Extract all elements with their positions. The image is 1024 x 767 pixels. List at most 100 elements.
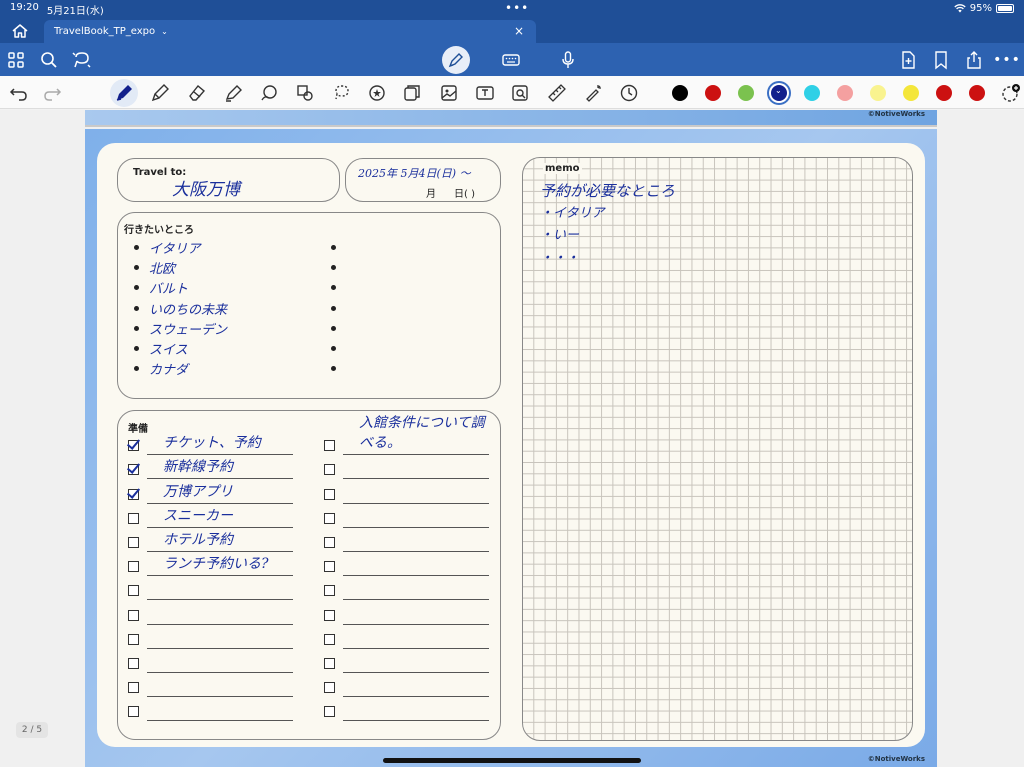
checklist-text[interactable] (343, 504, 489, 528)
checklist-text[interactable] (147, 649, 293, 673)
image-icon[interactable] (437, 81, 461, 105)
add-color-icon[interactable] (998, 81, 1022, 105)
eraser-icon[interactable] (185, 81, 209, 105)
checklist-text[interactable] (147, 625, 293, 649)
pencil-icon[interactable] (148, 81, 172, 105)
checkbox[interactable] (128, 512, 139, 524)
color-swatch[interactable] (969, 85, 985, 101)
bookmark-icon[interactable] (930, 49, 952, 71)
checkbox[interactable] (324, 585, 335, 597)
checklist-text[interactable] (147, 697, 293, 722)
laser-pointer-icon[interactable] (581, 81, 605, 105)
checklist-text[interactable]: 入館条件について調べる。 (343, 415, 489, 456)
camera-icon[interactable] (508, 81, 532, 105)
checkbox[interactable] (128, 440, 139, 452)
checklist-text[interactable] (343, 649, 489, 673)
lasso-share-icon[interactable] (71, 49, 93, 71)
color-swatch[interactable] (837, 85, 853, 101)
checklist-text[interactable]: ランチ予約いる? (147, 552, 293, 577)
more-icon[interactable]: ••• (993, 49, 1020, 71)
multitasking-dots-icon[interactable]: ••• (505, 1, 529, 15)
checklist-text[interactable] (343, 552, 489, 577)
checkbox[interactable] (324, 440, 335, 452)
color-swatch[interactable] (738, 85, 754, 101)
checkbox[interactable] (128, 682, 139, 694)
keyboard-icon[interactable] (500, 49, 522, 71)
prep-box[interactable]: 準備 チケット、予約 新幹線予約 万博アプリ スニーカー ホテル予約 ランチ予約いる? 入… (117, 410, 501, 740)
checklist-text[interactable]: 新幹線予約 (147, 455, 293, 480)
checkbox[interactable] (324, 464, 335, 476)
checklist-text[interactable] (147, 600, 293, 625)
checklist-text[interactable] (343, 697, 489, 722)
color-swatch[interactable] (936, 85, 952, 101)
timer-icon[interactable] (617, 81, 641, 105)
checklist-text[interactable] (343, 625, 489, 649)
checkbox[interactable] (324, 488, 335, 500)
checkbox[interactable] (324, 561, 335, 573)
checklist-text[interactable] (343, 479, 489, 504)
checkbox[interactable] (128, 561, 139, 573)
checklist-text[interactable] (343, 455, 489, 480)
lasso-icon[interactable] (293, 81, 317, 105)
close-tab-icon[interactable]: × (514, 24, 524, 38)
checkbox[interactable] (128, 609, 139, 621)
notebook-canvas[interactable]: ©NotiveWorks Travel to: 大阪万博 2025年 5月4日(… (0, 110, 1024, 767)
travel-to-box[interactable]: Travel to: 大阪万博 (117, 158, 340, 202)
checklist-text[interactable]: チケット、予約 (147, 431, 293, 456)
color-swatch[interactable] (672, 85, 688, 101)
checklist-text[interactable]: 万博アプリ (147, 479, 293, 504)
checkbox[interactable] (128, 633, 139, 645)
checklist-text[interactable]: ホテル予約 (147, 528, 293, 552)
share-icon[interactable] (963, 49, 985, 71)
search-icon[interactable] (38, 49, 60, 71)
checkbox[interactable] (128, 585, 139, 597)
shape-icon[interactable] (257, 81, 281, 105)
checkbox[interactable] (324, 682, 335, 694)
redo-icon[interactable] (40, 81, 64, 105)
checklist-text[interactable] (343, 576, 489, 601)
grid-icon[interactable] (5, 49, 27, 71)
checklist-text[interactable] (147, 673, 293, 698)
notebook-page[interactable]: Travel to: 大阪万博 2025年 5月4日(日) 〜 月 日( ) 行… (85, 129, 937, 767)
element-icon[interactable] (400, 81, 424, 105)
pen-tool-button[interactable] (110, 79, 138, 107)
document-tab[interactable]: TravelBook_TP_expo ⌄ × (44, 20, 536, 43)
checkbox[interactable] (128, 488, 139, 500)
microphone-icon[interactable] (557, 49, 579, 71)
checkbox[interactable] (128, 464, 139, 476)
color-swatch[interactable] (804, 85, 820, 101)
color-swatch[interactable] (903, 85, 919, 101)
ruler-icon[interactable] (545, 81, 569, 105)
undo-icon[interactable] (7, 81, 31, 105)
checkbox[interactable] (128, 536, 139, 548)
sticker-icon[interactable] (365, 81, 389, 105)
selection-icon[interactable] (330, 81, 354, 105)
checkbox[interactable] (128, 657, 139, 669)
home-icon[interactable] (10, 22, 30, 40)
chevron-down-icon[interactable]: ⌄ (161, 27, 168, 36)
checklist-text[interactable] (147, 576, 293, 601)
pen-mode-button[interactable] (442, 46, 470, 74)
color-swatch[interactable]: ⌄ (771, 85, 787, 101)
text-box-icon[interactable] (473, 81, 497, 105)
home-indicator[interactable] (383, 758, 641, 763)
checkbox[interactable] (324, 512, 335, 524)
checkbox[interactable] (324, 706, 335, 718)
places-box[interactable]: 行きたいところ イタリア 北欧 バルト いのちの未来 スウェーデン スイス カナダ (117, 212, 501, 399)
checkbox[interactable] (324, 633, 335, 645)
checklist-text[interactable] (343, 528, 489, 552)
checklist-text[interactable] (343, 673, 489, 698)
place-text: いのちの未来 (149, 302, 228, 318)
add-page-icon[interactable] (897, 49, 919, 71)
memo-box[interactable]: memo 予約が必要なところ ・イタリア ・いー ・・・ (522, 157, 913, 741)
color-swatch[interactable] (870, 85, 886, 101)
checkbox[interactable] (324, 609, 335, 621)
checkbox[interactable] (324, 657, 335, 669)
highlighter-icon[interactable] (221, 81, 245, 105)
date-box[interactable]: 2025年 5月4日(日) 〜 月 日( ) (345, 158, 501, 202)
checklist-text[interactable] (343, 600, 489, 625)
checkbox[interactable] (324, 536, 335, 548)
checklist-text[interactable]: スニーカー (147, 504, 293, 528)
color-swatch[interactable] (705, 85, 721, 101)
checkbox[interactable] (128, 706, 139, 718)
